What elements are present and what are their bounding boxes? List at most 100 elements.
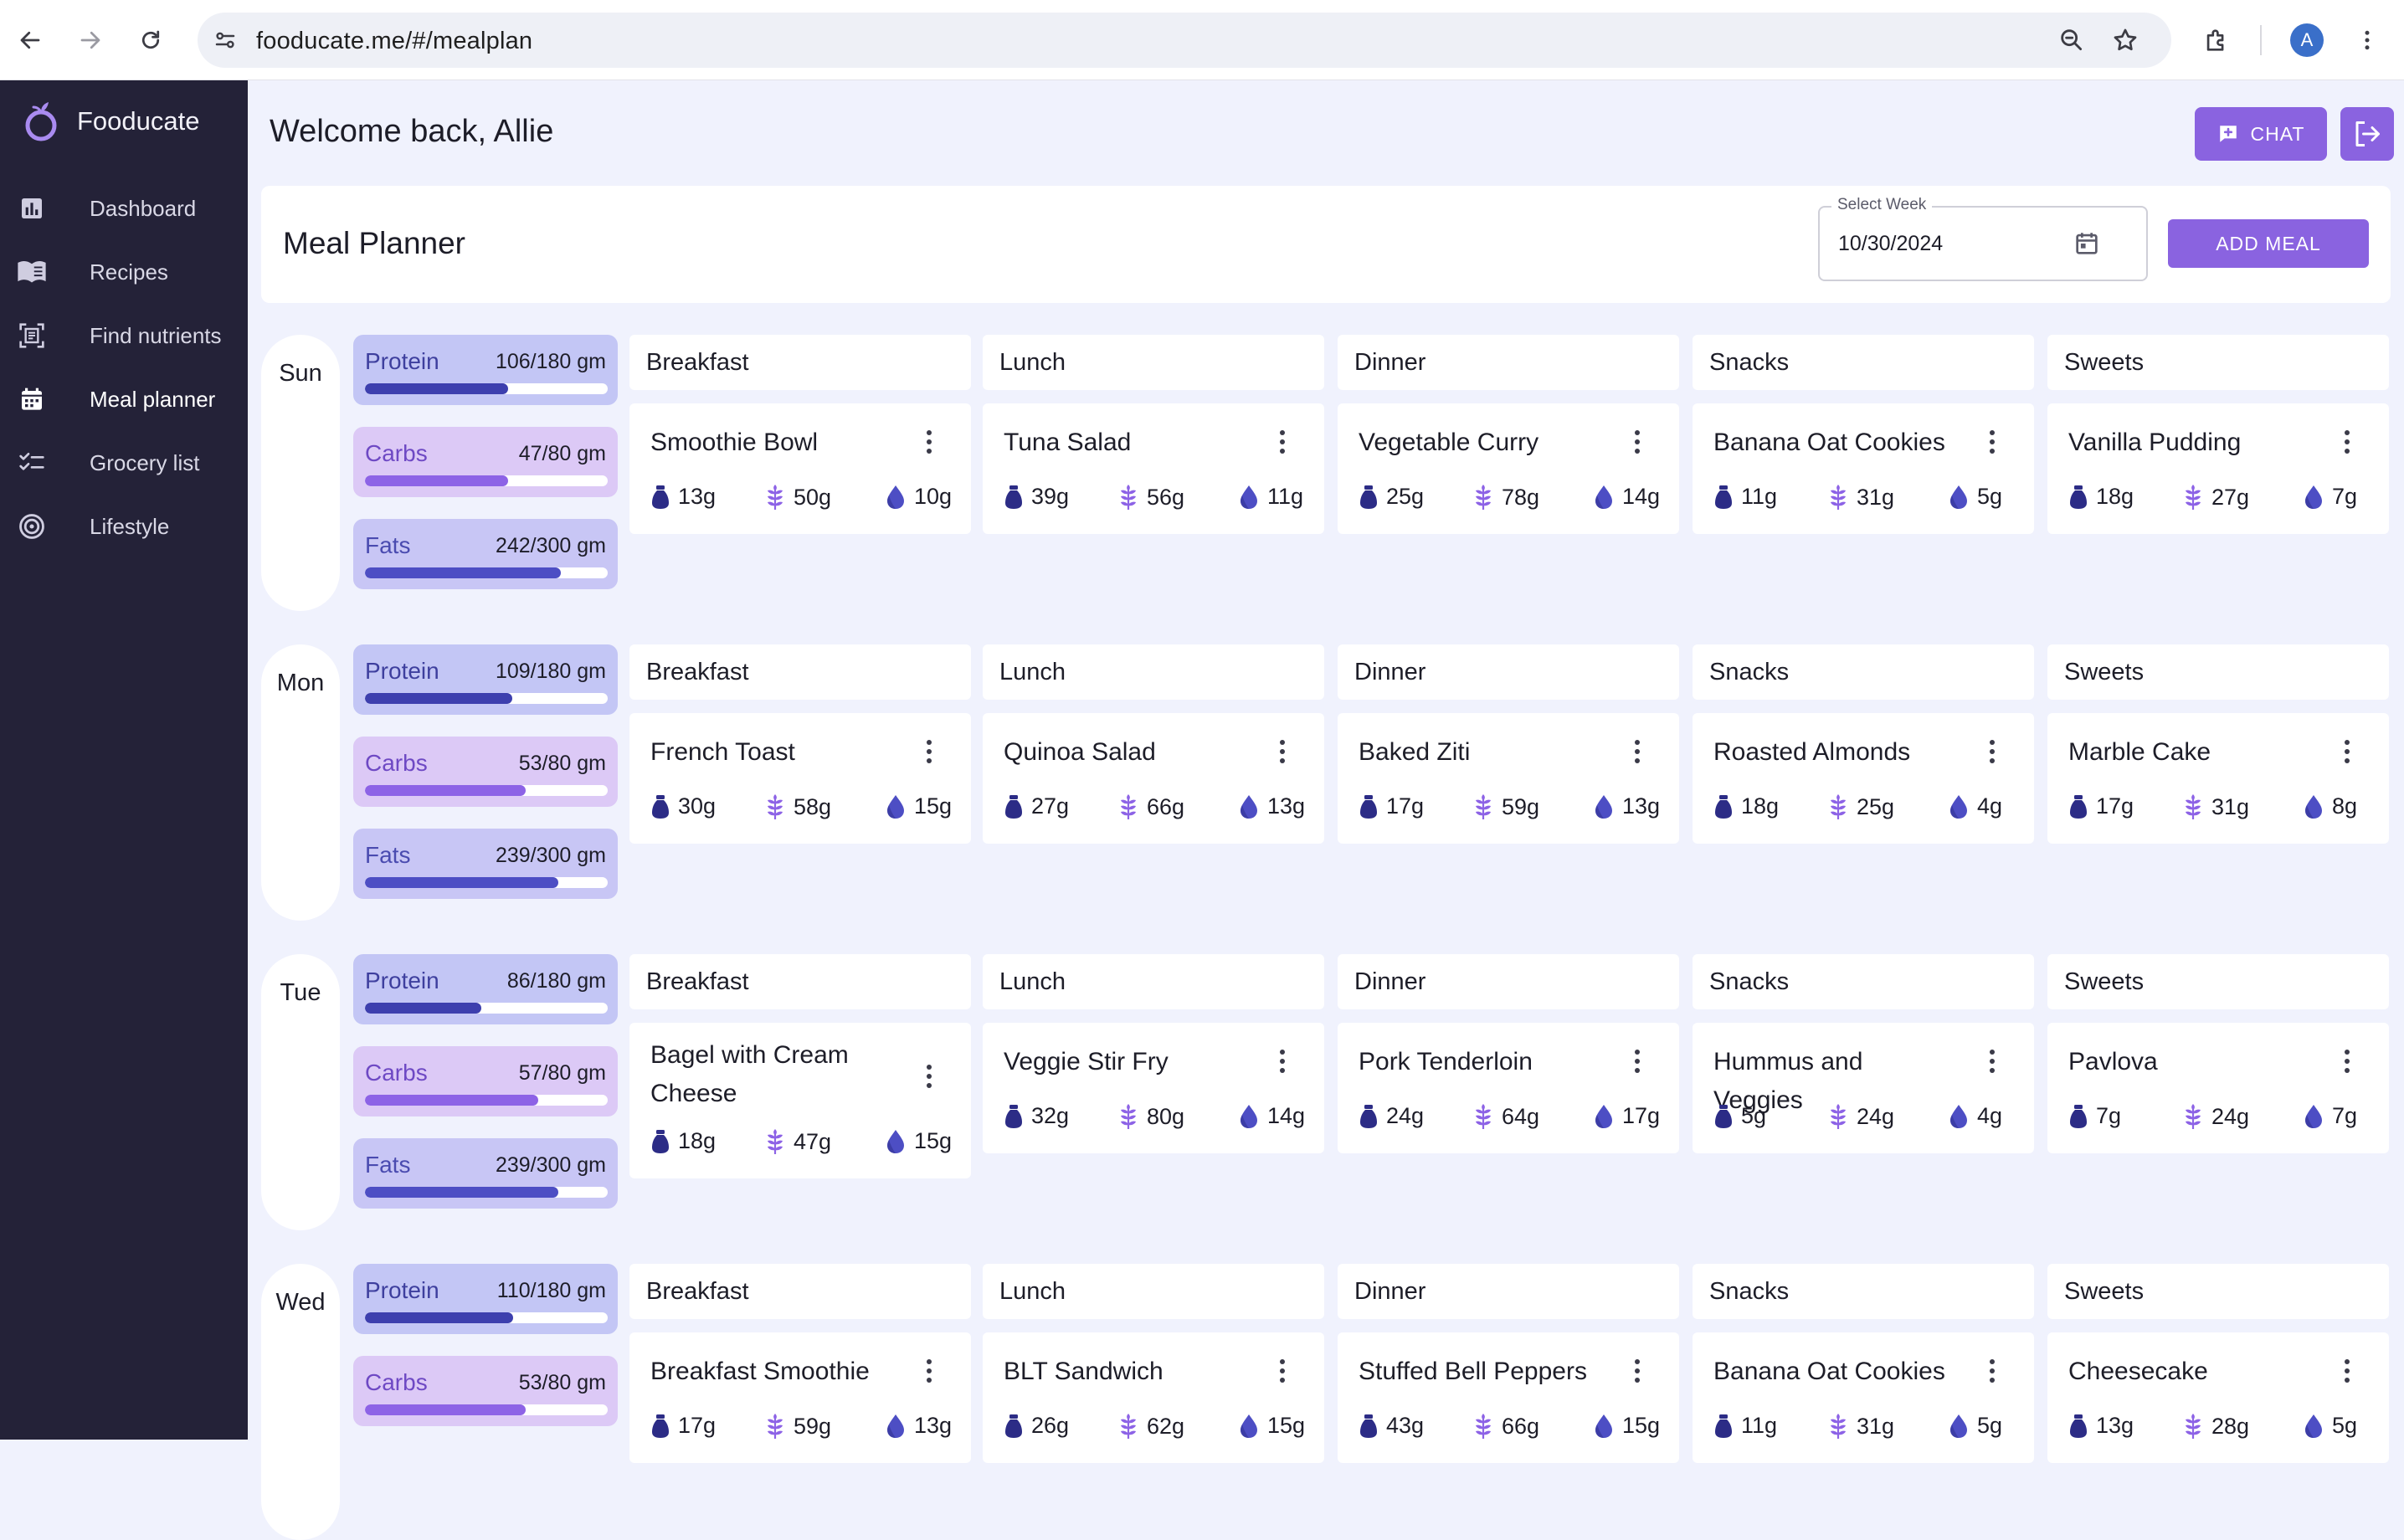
macro-value: 110/180 gm bbox=[496, 1279, 606, 1302]
zoom-icon[interactable] bbox=[2057, 26, 2086, 54]
day-label-pill: Sun bbox=[261, 335, 340, 611]
more-options-icon[interactable] bbox=[926, 1359, 932, 1383]
meal-card[interactable]: Hummus and Veggies 5g 24g 4g bbox=[1693, 1023, 2034, 1153]
select-week-value[interactable]: 10/30/2024 bbox=[1838, 232, 1943, 256]
meal-card[interactable]: Vanilla Pudding 18g 27g 7g bbox=[2047, 403, 2389, 534]
more-options-icon[interactable] bbox=[1634, 430, 1641, 454]
more-options-icon[interactable] bbox=[1989, 1050, 1996, 1073]
more-options-icon[interactable] bbox=[2344, 740, 2350, 763]
meal-card[interactable]: Roasted Almonds 18g 25g 4g bbox=[1693, 713, 2034, 844]
meal-column-title: Breakfast bbox=[646, 349, 749, 376]
nutrient-carbs: 50g bbox=[765, 484, 831, 511]
meal-card[interactable]: Bagel with Cream Cheese 18g 47g 15g bbox=[629, 1023, 971, 1178]
meal-name: French Toast bbox=[650, 738, 795, 766]
meal-card[interactable]: Smoothie Bowl 13g 50g 10g bbox=[629, 403, 971, 534]
meal-card[interactable]: Veggie Stir Fry 32g 80g 14g bbox=[983, 1023, 1324, 1153]
sidebar-item-recipes[interactable]: Recipes bbox=[0, 243, 248, 301]
logout-button[interactable] bbox=[2340, 107, 2394, 161]
address-bar[interactable]: fooducate.me/#/mealplan bbox=[198, 13, 2171, 68]
more-options-icon[interactable] bbox=[1634, 1359, 1641, 1383]
meal-card[interactable]: Pavlova 7g 24g 7g bbox=[2047, 1023, 2389, 1153]
calendar-picker-icon[interactable] bbox=[2073, 229, 2101, 258]
site-settings-icon[interactable] bbox=[213, 28, 238, 53]
macro-label: Protein bbox=[365, 968, 439, 993]
macro-progress-track bbox=[365, 693, 608, 704]
nutrient-value: 15g bbox=[1622, 1413, 1661, 1438]
chat-button[interactable]: CHAT bbox=[2195, 107, 2327, 161]
meal-name: BLT Sandwich bbox=[1004, 1358, 1163, 1385]
sidebar-item-find-nutrients[interactable]: Find nutrients bbox=[0, 306, 248, 365]
meal-card[interactable]: Baked Ziti 17g 59g 13g bbox=[1338, 713, 1679, 844]
nutrient-fat: 13g bbox=[1594, 793, 1660, 819]
more-options-icon[interactable] bbox=[1989, 1359, 1996, 1383]
meal-card[interactable]: Banana Oat Cookies 11g 31g 5g bbox=[1693, 1332, 2034, 1463]
meal-card[interactable]: Stuffed Bell Peppers 43g 66g 15g bbox=[1338, 1332, 1679, 1463]
nutrient-value: 56g bbox=[1147, 484, 1185, 510]
nutrient-value: 64g bbox=[1502, 1103, 1540, 1129]
more-options-icon[interactable] bbox=[1279, 1050, 1286, 1073]
select-week-field[interactable]: Select Week 10/30/2024 bbox=[1818, 196, 2148, 281]
macro-label: Carbs bbox=[365, 1060, 428, 1086]
day-label-pill: Tue bbox=[261, 954, 340, 1230]
nutrient-value: 58g bbox=[794, 793, 832, 819]
more-options-icon[interactable] bbox=[926, 430, 932, 454]
add-meal-button[interactable]: ADD MEAL bbox=[2168, 219, 2369, 268]
nutrient-value: 13g bbox=[1622, 793, 1661, 819]
meal-card[interactable]: Marble Cake 17g 31g 8g bbox=[2047, 713, 2389, 844]
brand[interactable]: Fooducate bbox=[22, 100, 200, 142]
profile-avatar[interactable]: A bbox=[2290, 23, 2324, 57]
nutrient-value: 25g bbox=[1386, 484, 1425, 509]
nutrient-value: 8g bbox=[2332, 793, 2358, 819]
target-icon bbox=[17, 511, 47, 542]
meal-card[interactable]: French Toast 30g 58g 15g bbox=[629, 713, 971, 844]
sidebar-item-lifestyle[interactable]: Lifestyle bbox=[0, 497, 248, 556]
nutrient-protein: 5g bbox=[1714, 1103, 1766, 1129]
more-options-icon[interactable] bbox=[1279, 430, 1286, 454]
meal-card[interactable]: Pork Tenderloin 24g 64g 17g bbox=[1338, 1023, 1679, 1153]
meal-card[interactable]: BLT Sandwich 26g 62g 15g bbox=[983, 1332, 1324, 1463]
macro-progress-fill bbox=[365, 1003, 481, 1014]
macro-progress-fill bbox=[365, 1312, 514, 1323]
sidebar-item-label: Lifestyle bbox=[90, 513, 170, 539]
nutrient-fat: 15g bbox=[1239, 1413, 1305, 1439]
more-options-icon[interactable] bbox=[2344, 1050, 2350, 1073]
protein-icon bbox=[1359, 485, 1386, 510]
meal-card[interactable]: Tuna Salad 39g 56g 11g bbox=[983, 403, 1324, 534]
nutrient-protein: 18g bbox=[1714, 793, 1779, 819]
more-options-icon[interactable] bbox=[1279, 1359, 1286, 1383]
protein-icon bbox=[1359, 1414, 1386, 1439]
more-options-icon[interactable] bbox=[2344, 1359, 2350, 1383]
nutrient-value: 5g bbox=[1977, 1413, 2003, 1438]
fat-drop-icon bbox=[1594, 1104, 1622, 1129]
sidebar-item-dashboard[interactable]: Dashboard bbox=[0, 179, 248, 238]
more-options-icon[interactable] bbox=[1989, 740, 1996, 763]
sidebar-item-meal-planner[interactable]: Meal planner bbox=[0, 370, 248, 429]
more-options-icon[interactable] bbox=[926, 740, 932, 763]
browser-menu-icon[interactable] bbox=[2347, 20, 2387, 60]
url-text[interactable]: fooducate.me/#/mealplan bbox=[256, 28, 532, 55]
more-options-icon[interactable] bbox=[2344, 430, 2350, 454]
day-name: Wed bbox=[275, 1289, 326, 1316]
meal-name: Smoothie Bowl bbox=[650, 429, 819, 456]
sidebar-item-grocery-list[interactable]: Grocery list bbox=[0, 434, 248, 492]
meal-card[interactable]: Vegetable Curry 25g 78g 14g bbox=[1338, 403, 1679, 534]
meal-card[interactable]: Banana Oat Cookies 11g 31g 5g bbox=[1693, 403, 2034, 534]
macro-carbs-summary: Carbs 47/80 gm bbox=[353, 427, 618, 497]
meal-column-header: Dinner bbox=[1338, 1264, 1679, 1319]
meal-card[interactable]: Cheesecake 13g 28g 5g bbox=[2047, 1332, 2389, 1463]
more-options-icon[interactable] bbox=[1279, 740, 1286, 763]
nutrient-value: 80g bbox=[1147, 1103, 1185, 1129]
protein-icon bbox=[1714, 1104, 1741, 1129]
bookmark-star-icon[interactable] bbox=[2111, 26, 2139, 54]
more-options-icon[interactable] bbox=[926, 1065, 932, 1088]
more-options-icon[interactable] bbox=[1989, 430, 1996, 454]
forward-arrow-icon[interactable] bbox=[70, 20, 110, 60]
more-options-icon[interactable] bbox=[1634, 1050, 1641, 1073]
back-arrow-icon[interactable] bbox=[10, 20, 50, 60]
meal-card[interactable]: Quinoa Salad 27g 66g 13g bbox=[983, 713, 1324, 844]
extensions-puzzle-icon[interactable] bbox=[2196, 20, 2237, 60]
reload-icon[interactable] bbox=[131, 20, 171, 60]
meal-name: Baked Ziti bbox=[1359, 738, 1471, 766]
more-options-icon[interactable] bbox=[1634, 740, 1641, 763]
meal-card[interactable]: Breakfast Smoothie 17g 59g 13g bbox=[629, 1332, 971, 1463]
